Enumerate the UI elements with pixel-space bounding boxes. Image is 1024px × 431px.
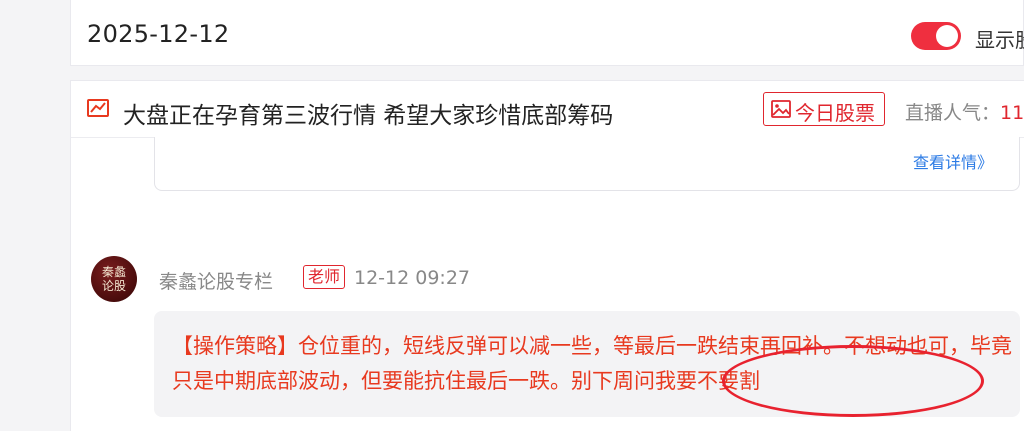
- date-header: 2025-12-12 显示股: [70, 0, 1024, 66]
- live-room-card: 大盘正在孕育第三波行情 希望大家珍惜底部筹码 今日股票 直播人气：11 查看详情…: [70, 80, 1024, 431]
- message-text: 【操作策略】仓位重的，短线反弹可以减一些，等最后一跌结束再回补。不想动也可，毕竟…: [172, 334, 1012, 393]
- view-details-link[interactable]: 查看详情》: [913, 149, 993, 173]
- author-name[interactable]: 秦蠡论股专栏: [159, 267, 273, 294]
- show-stock-label: 显示股: [975, 28, 1024, 52]
- page: 2025-12-12 显示股 大盘正在孕育第三波行情 希望大家珍惜底部筹码 今日…: [0, 0, 1024, 431]
- popularity: 直播人气：11: [905, 98, 1024, 125]
- live-title[interactable]: 大盘正在孕育第三波行情 希望大家珍惜底部筹码: [123, 96, 613, 130]
- toggle-knob: [936, 25, 958, 47]
- popularity-value: 11: [1000, 102, 1024, 124]
- avatar-text-line-1: 秦蠡: [101, 265, 126, 279]
- live-header: 大盘正在孕育第三波行情 希望大家珍惜底部筹码 今日股票 直播人气：11: [71, 81, 1024, 138]
- avatar-text-line-2: 论股: [101, 279, 126, 293]
- message-bubble: 【操作策略】仓位重的，短线反弹可以减一些，等最后一跌结束再回补。不想动也可，毕竟…: [154, 311, 1020, 417]
- show-stock-toggle[interactable]: [911, 22, 961, 50]
- today-stock-label: 今日股票: [795, 101, 875, 125]
- today-stock-button[interactable]: 今日股票: [763, 92, 885, 126]
- trend-chart-icon: [87, 99, 109, 117]
- summary-box: 查看详情》: [154, 137, 1020, 191]
- picture-icon: [771, 100, 791, 118]
- role-badge: 老师: [303, 265, 346, 289]
- post-time: 12-12 09:27: [354, 267, 471, 289]
- popularity-label: 直播人气：: [905, 102, 1001, 124]
- date-label: 2025-12-12: [87, 20, 230, 48]
- avatar[interactable]: 秦蠡 论股: [91, 256, 137, 302]
